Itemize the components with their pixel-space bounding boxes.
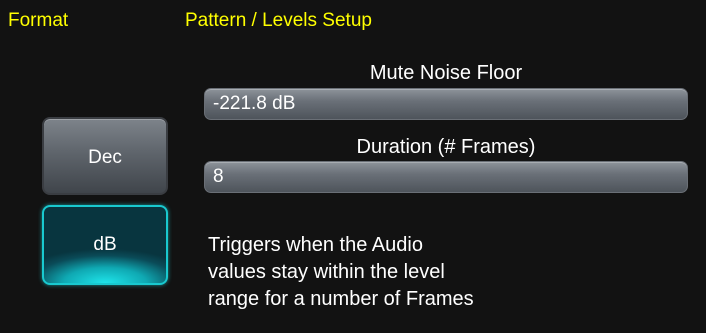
format-db-button[interactable]: dB bbox=[42, 205, 168, 285]
duration-field[interactable]: 8 bbox=[204, 161, 688, 193]
format-header: Format bbox=[8, 10, 69, 31]
pattern-levels-header: Pattern / Levels Setup bbox=[185, 10, 372, 31]
description-line: values stay within the level bbox=[208, 261, 445, 283]
description-line: range for a number of Frames bbox=[208, 288, 474, 310]
description-line: Triggers when the Audio bbox=[208, 234, 423, 256]
pattern-levels-panel: Format Pattern / Levels Setup Dec dB Mut… bbox=[0, 0, 706, 333]
duration-label: Duration (# Frames) bbox=[356, 136, 536, 158]
mute-noise-floor-label: Mute Noise Floor bbox=[369, 62, 523, 84]
format-dec-button[interactable]: Dec bbox=[42, 117, 168, 195]
trigger-description: Triggers when the Audio values stay with… bbox=[208, 232, 688, 313]
mute-noise-floor-field[interactable]: -221.8 dB bbox=[204, 88, 688, 120]
